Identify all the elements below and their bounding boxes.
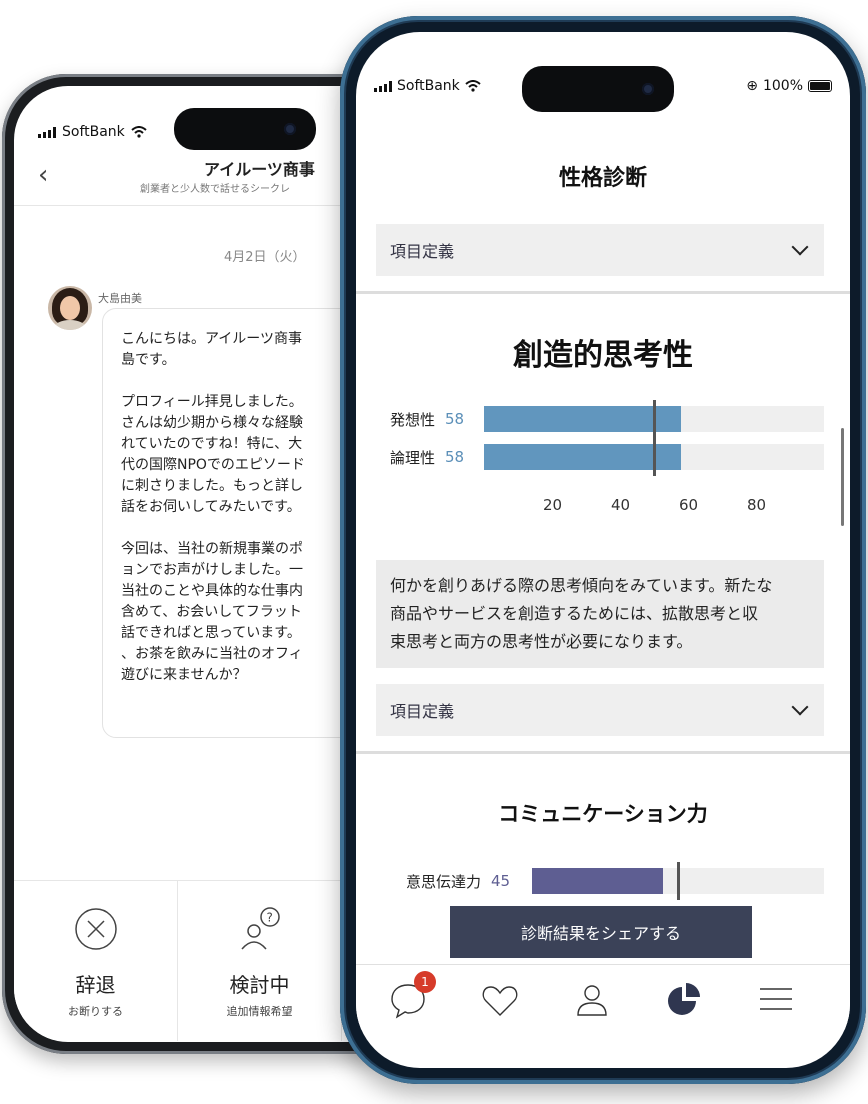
- back-status-bar: SoftBank: [38, 124, 147, 140]
- diagnosis-screen: SoftBank ⊕ 100% 性格診断 項目定義 創造的思考性 発想性 58 …: [356, 32, 850, 1068]
- axis-tick-label: 20: [543, 496, 563, 514]
- dynamic-island: [522, 66, 674, 112]
- bar-value: 58: [445, 410, 465, 428]
- chevron-down-icon: [791, 698, 809, 716]
- decline-sub-label: お断りする: [68, 1005, 123, 1018]
- accordion-label: 項目定義: [390, 702, 455, 721]
- chevron-down-icon: [791, 238, 809, 256]
- signal-icon: [38, 126, 56, 138]
- section-divider: [356, 751, 850, 754]
- chat-subtitle: 創業者と少人数で話せるシークレ: [140, 184, 290, 195]
- camera-icon: [284, 123, 296, 135]
- description-text: 何かを創りあげる際の思考傾向をみています。新たな 商品やサービスを創造するために…: [390, 576, 773, 651]
- bar-fill: [484, 444, 682, 470]
- tab-diagnosis[interactable]: [662, 977, 706, 1021]
- svg-text:?: ?: [266, 911, 272, 925]
- bar-label: 論理性: [390, 448, 436, 467]
- bar-row: 意思伝達力 45: [406, 868, 510, 894]
- scrollbar[interactable]: [841, 428, 844, 526]
- rotation-lock-icon: ⊕: [746, 78, 758, 94]
- section-title-creative: 創造的思考性: [513, 338, 693, 373]
- tab-profile[interactable]: [570, 977, 614, 1021]
- accordion-label: 項目定義: [390, 242, 455, 261]
- decline-button[interactable]: 辞退 お断りする: [14, 881, 178, 1041]
- axis-tick-label: 80: [747, 496, 767, 514]
- battery-group: ⊕ 100%: [746, 78, 832, 94]
- battery-label: 100%: [762, 78, 803, 94]
- definition-accordion[interactable]: 項目定義: [376, 684, 824, 736]
- tab-menu[interactable]: [754, 977, 798, 1021]
- bar-row: 論理性 58: [390, 444, 464, 470]
- back-arrow-icon[interactable]: ‹: [38, 160, 48, 190]
- wifi-icon: [131, 126, 147, 138]
- average-marker: [677, 862, 680, 900]
- profile-icon: [577, 985, 607, 1016]
- considering-sub-label: 追加情報希望: [226, 1005, 293, 1018]
- considering-button[interactable]: ? 検討中 追加情報希望: [178, 881, 342, 1041]
- sender-name: 大島由美: [98, 292, 142, 305]
- carrier-label: SoftBank: [397, 78, 460, 94]
- signal-icon: [374, 80, 392, 92]
- decline-label: 辞退: [75, 973, 116, 997]
- bar-label: 発想性: [390, 410, 436, 429]
- axis-tick-label: 60: [679, 496, 699, 514]
- bar-row: 発想性 58: [390, 406, 464, 432]
- heart-icon: [482, 986, 518, 1016]
- pie-chart-icon: [668, 983, 700, 1015]
- tab-messages[interactable]: 1: [386, 971, 436, 1021]
- avatar[interactable]: [48, 286, 92, 330]
- definition-accordion[interactable]: 項目定義: [376, 224, 824, 276]
- bar-fill: [484, 406, 682, 432]
- share-results-button[interactable]: 診断結果をシェアする: [450, 906, 752, 958]
- section-description: 何かを創りあげる際の思考傾向をみています。新たな 商品やサービスを創造するために…: [376, 560, 824, 668]
- tab-bar: 1: [356, 964, 850, 1030]
- bar-fill: [532, 868, 664, 894]
- considering-label: 検討中: [229, 973, 290, 997]
- notification-badge: 1: [414, 971, 436, 993]
- person-question-icon: ?: [240, 907, 280, 950]
- wifi-icon: [465, 80, 481, 92]
- date-label: 4月2日（火）: [224, 250, 306, 265]
- menu-icon: [760, 988, 792, 1010]
- page-title: 性格診断: [558, 166, 647, 191]
- bar-value: 45: [491, 872, 511, 890]
- bar-label: 意思伝達力: [406, 872, 482, 891]
- bar-value: 58: [445, 448, 465, 466]
- front-phone: SoftBank ⊕ 100% 性格診断 項目定義 創造的思考性 発想性 58 …: [340, 16, 866, 1084]
- axis-tick-label: 40: [611, 496, 631, 514]
- section-title-communication: コミュニケーション力: [498, 802, 708, 826]
- carrier-group: SoftBank: [374, 78, 481, 94]
- tab-favorites[interactable]: [478, 977, 522, 1021]
- section-divider: [356, 291, 850, 294]
- dynamic-island: [174, 108, 316, 150]
- stage: SoftBank ‹ アイルーツ商事 創業者と少人数で話せるシークレ 4月2日（…: [0, 0, 868, 1104]
- camera-icon: [642, 83, 654, 95]
- average-marker: [653, 400, 656, 476]
- carrier-label: SoftBank: [62, 124, 125, 140]
- decline-x-icon: [74, 908, 117, 950]
- battery-icon: [808, 80, 832, 92]
- chat-title: アイルーツ商事: [204, 160, 315, 179]
